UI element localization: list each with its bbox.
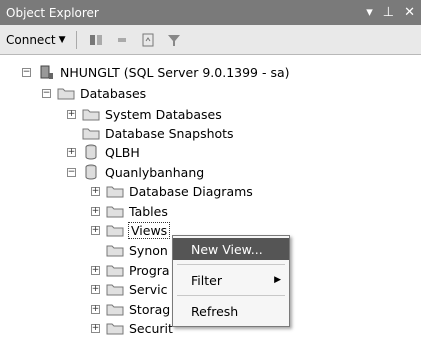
expand-icon[interactable]: + xyxy=(91,284,100,294)
stop-icon[interactable] xyxy=(113,31,131,49)
folder-icon xyxy=(106,320,124,336)
tree-node-label: NHUNGLT (SQL Server 9.0.1399 - sa) xyxy=(60,64,290,80)
menu-item-label: New View... xyxy=(191,241,263,257)
folder-icon xyxy=(106,203,124,219)
connect-label: Connect xyxy=(6,32,56,47)
expand-icon[interactable]: + xyxy=(91,186,100,196)
collapse-icon[interactable]: − xyxy=(22,67,31,77)
dropdown-arrow-icon[interactable]: ▾ xyxy=(366,5,373,20)
folder-icon xyxy=(82,106,100,122)
context-menu: New View... Filter ▶ Refresh xyxy=(172,235,290,327)
tree-node-server[interactable]: − NHUNGLT (SQL Server 9.0.1399 - sa) xyxy=(22,62,290,82)
tree-node-service-broker[interactable]: + Servic xyxy=(91,279,168,299)
refresh-icon[interactable] xyxy=(139,31,157,49)
database-icon xyxy=(82,164,100,180)
menu-divider xyxy=(177,264,285,265)
tree-node-label: Database Diagrams xyxy=(129,183,253,199)
expand-icon[interactable]: + xyxy=(67,147,76,157)
tree-node-label: Progra xyxy=(129,262,170,278)
window-title: Object Explorer xyxy=(6,5,99,20)
folder-icon xyxy=(106,242,124,258)
tree-node-label: Database Snapshots xyxy=(105,125,234,141)
tree-node-views[interactable]: + Views xyxy=(91,220,171,240)
expand-icon[interactable]: + xyxy=(67,109,76,119)
tree-node-label: Databases xyxy=(80,85,147,101)
tree-node-label: Tables xyxy=(129,203,168,219)
tree-node-security[interactable]: + Securit xyxy=(91,318,173,338)
menu-item-filter[interactable]: Filter ▶ xyxy=(173,269,289,291)
folder-icon xyxy=(57,85,75,101)
tree-node-label: Synon xyxy=(129,242,168,258)
tree-node-synonyms[interactable]: Synon xyxy=(91,240,168,260)
menu-divider xyxy=(177,295,285,296)
folder-icon xyxy=(106,222,124,238)
folder-icon xyxy=(106,281,124,297)
tree-node-label: System Databases xyxy=(105,106,222,122)
tree-node-programmability[interactable]: + Progra xyxy=(91,260,170,280)
tree-node-database-diagrams[interactable]: + Database Diagrams xyxy=(91,181,253,201)
toolbar-divider xyxy=(75,30,77,49)
connect-button[interactable]: Connect ▼ xyxy=(6,33,66,47)
folder-icon xyxy=(106,301,124,317)
title-bar: Object Explorer ▾ ⊥ ✕ xyxy=(0,0,421,25)
tree-node-qlbh[interactable]: + QLBH xyxy=(67,142,140,162)
filter-icon[interactable] xyxy=(165,31,183,49)
toolbar: Connect ▼ xyxy=(0,25,421,55)
pin-icon[interactable]: ⊥ xyxy=(383,5,394,20)
tree-node-label: QLBH xyxy=(105,144,140,160)
folder-icon xyxy=(82,125,100,141)
collapse-icon[interactable]: − xyxy=(67,167,76,177)
submenu-arrow-icon: ▶ xyxy=(274,275,281,285)
menu-item-label: Filter xyxy=(191,272,222,288)
folder-icon xyxy=(106,262,124,278)
tree-node-system-databases[interactable]: + System Databases xyxy=(67,104,222,124)
tree-node-tables[interactable]: + Tables xyxy=(91,201,168,221)
tree-node-label: Views xyxy=(127,221,171,239)
menu-item-new-view[interactable]: New View... xyxy=(173,238,289,260)
disconnect-icon[interactable] xyxy=(87,31,105,49)
tree-node-label: Storag xyxy=(129,301,171,317)
tree-node-database-snapshots[interactable]: Database Snapshots xyxy=(67,123,234,143)
server-icon xyxy=(37,64,55,80)
collapse-icon[interactable]: − xyxy=(42,88,51,98)
chevron-down-icon: ▼ xyxy=(58,34,66,45)
menu-item-label: Refresh xyxy=(191,303,239,319)
menu-item-refresh[interactable]: Refresh xyxy=(173,300,289,322)
tree-node-label: Securit xyxy=(129,320,173,336)
tree-node-storage[interactable]: + Storag xyxy=(91,299,170,319)
tree-node-databases[interactable]: − Databases xyxy=(42,83,146,103)
folder-icon xyxy=(106,183,124,199)
tree-node-label: Quanlybanhang xyxy=(105,164,205,180)
close-icon[interactable]: ✕ xyxy=(404,5,415,20)
tree-node-quanlybanhang[interactable]: − Quanlybanhang xyxy=(67,162,204,182)
database-icon xyxy=(82,144,100,160)
expand-icon[interactable]: + xyxy=(91,206,100,216)
tree-node-label: Servic xyxy=(129,281,168,297)
expand-icon[interactable]: + xyxy=(91,323,100,333)
expand-icon[interactable]: + xyxy=(91,265,100,275)
expand-icon[interactable]: + xyxy=(91,225,100,235)
expand-icon[interactable]: + xyxy=(91,304,100,314)
